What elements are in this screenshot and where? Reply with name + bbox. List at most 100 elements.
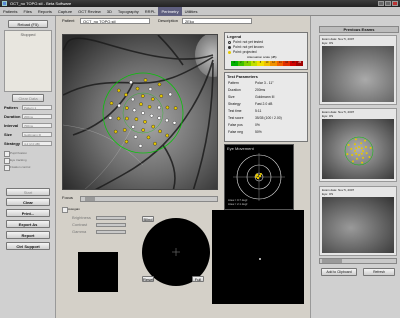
stimulus-point[interactable]	[146, 135, 151, 140]
reset-button[interactable]: Reset	[142, 276, 154, 282]
stimulus-point[interactable]	[134, 117, 139, 121]
stimulus-point[interactable]	[124, 92, 128, 97]
stimulus-point[interactable]	[124, 139, 129, 144]
stimulus-point[interactable]	[125, 116, 129, 121]
brightness-slider[interactable]	[96, 216, 126, 220]
stimulus-point[interactable]	[141, 94, 145, 98]
menu-3d[interactable]: 3D	[104, 7, 115, 16]
stimulus-point[interactable]	[165, 133, 169, 138]
stimulus-point[interactable]	[113, 129, 118, 134]
menu-reports[interactable]: Reports	[35, 7, 55, 16]
stimulus-point[interactable]	[135, 86, 140, 91]
stimulus-point[interactable]	[117, 88, 121, 93]
test-parameters-title: Test Parameters	[227, 74, 258, 79]
test-param-value: Polar 3 - 11°	[255, 81, 274, 85]
previous-exam[interactable]: Exam date: Nov 5, 2007 Eye: OS	[319, 108, 397, 182]
previous-exam[interactable]: Exam date: Nov 5, 2007 Eye: OS	[319, 186, 397, 256]
reload-button[interactable]: Reload (F5)	[8, 20, 48, 28]
exam-eye-label: Eye	[322, 114, 328, 118]
fundus-image[interactable]	[62, 34, 218, 190]
exam-stimulus-point	[354, 138, 357, 141]
stimulus-point[interactable]	[168, 92, 173, 97]
description-field[interactable]: 2Eko	[182, 18, 252, 24]
stimulus-point[interactable]	[132, 108, 137, 113]
previous-exams-scroll-thumb[interactable]	[322, 259, 342, 263]
exam-stimulus-point	[365, 152, 368, 155]
stimulus-point[interactable]	[131, 125, 135, 129]
menu-oct-review[interactable]: OCT Review	[75, 7, 104, 16]
stimulus-point[interactable]	[158, 129, 162, 134]
point-unknown-icon	[228, 46, 231, 49]
clear-data-button[interactable]: Clear Data	[12, 94, 44, 102]
stimulus-point[interactable]	[165, 105, 170, 110]
exam-eye-label: Eye	[322, 41, 328, 45]
pattern-row: Pattern Pattern 1	[4, 104, 52, 111]
stimulus-point[interactable]	[138, 144, 143, 148]
test-param-value: 0%	[255, 123, 260, 127]
stimulus-point[interactable]	[143, 78, 148, 82]
stimulus-point[interactable]	[125, 106, 129, 110]
stimulus-point[interactable]	[133, 135, 138, 139]
stimulus-point[interactable]	[143, 120, 147, 124]
add-to-clipboard-button[interactable]: Add to Clipboard	[321, 268, 357, 276]
stimulus-point[interactable]	[147, 105, 152, 109]
stimulus-point[interactable]	[159, 94, 164, 98]
stimulus-point[interactable]	[116, 116, 121, 121]
start-button[interactable]: Start	[6, 188, 50, 196]
size-select[interactable]: Goldmann III	[22, 132, 52, 137]
focus-slider[interactable]	[80, 196, 218, 202]
exam-stimulus-point	[368, 156, 371, 158]
menu-files[interactable]: Files	[20, 7, 34, 16]
stimulus-point[interactable]	[117, 103, 121, 108]
menu-utilities[interactable]: Utilities	[182, 7, 201, 16]
stimulus-point[interactable]	[109, 101, 114, 105]
patient-field[interactable]: OCT_no TOPO.stl	[80, 18, 150, 24]
stimulus-point[interactable]	[129, 80, 133, 85]
menu-topography[interactable]: Topography	[115, 7, 142, 16]
stimulus-point[interactable]	[108, 116, 113, 120]
fixation-control-checkbox[interactable]: Fixation control	[4, 164, 52, 171]
strategy-select[interactable]: 4-2 (2.0 dB)	[22, 141, 52, 146]
ctrl-support-button[interactable]: Ctrl Support	[6, 242, 50, 250]
stimulus-point[interactable]	[157, 82, 162, 87]
stimulus-point[interactable]	[173, 106, 178, 110]
stimulus-point[interactable]	[131, 97, 135, 102]
print-button[interactable]: Print...	[6, 209, 50, 217]
duration-select[interactable]: 200ms	[22, 114, 52, 119]
menu-perimetry[interactable]: Perimetry	[158, 7, 182, 16]
stimulus-point[interactable]	[139, 102, 143, 106]
refresh-button[interactable]: Refresh	[363, 268, 395, 276]
stimulus-point[interactable]	[151, 97, 155, 101]
stimulus-point[interactable]	[122, 128, 127, 132]
export-as-button[interactable]: Export As	[6, 220, 50, 228]
previous-exams-scrollbar[interactable]	[319, 258, 397, 264]
full-button[interactable]: Full	[192, 276, 204, 282]
stimulus-point[interactable]	[151, 124, 155, 129]
eye-tracking-checkbox[interactable]: Eye tracking	[4, 157, 52, 164]
stimulus-point[interactable]	[141, 128, 145, 132]
clear-button[interactable]: Clear	[6, 198, 50, 206]
autogain-checkbox[interactable]: Autogain	[62, 206, 102, 213]
stimulus-point[interactable]	[157, 116, 161, 120]
stimulus-point[interactable]	[153, 141, 157, 146]
pattern-select[interactable]: Pattern 1	[22, 105, 52, 110]
contrast-slider[interactable]	[96, 223, 126, 227]
menu-rrpl[interactable]: RRPL	[142, 7, 159, 16]
gamma-slider[interactable]	[96, 230, 126, 234]
interval-select[interactable]: 700ms	[22, 123, 52, 128]
menu-patients[interactable]: Patients	[0, 7, 20, 16]
minimize-icon[interactable]	[378, 1, 384, 6]
previous-exam[interactable]: Exam date: Nov 5, 2007 Eye: OS	[319, 35, 397, 105]
stimulus-point[interactable]	[148, 87, 153, 91]
menu-capture[interactable]: Capture	[55, 7, 75, 16]
stimulus-point[interactable]	[165, 118, 169, 123]
stimulus-point[interactable]	[149, 113, 154, 118]
close-icon[interactable]	[392, 1, 398, 6]
stimulus-point[interactable]	[157, 105, 161, 110]
pupil-fixation-checkbox[interactable]: Pupil fixation	[4, 150, 52, 157]
stimulus-point[interactable]	[172, 121, 177, 125]
focus-slider-thumb[interactable]	[85, 197, 95, 201]
maximize-icon[interactable]	[385, 1, 391, 6]
stimulus-point[interactable]	[141, 111, 145, 115]
report-button[interactable]: Report	[6, 231, 50, 239]
